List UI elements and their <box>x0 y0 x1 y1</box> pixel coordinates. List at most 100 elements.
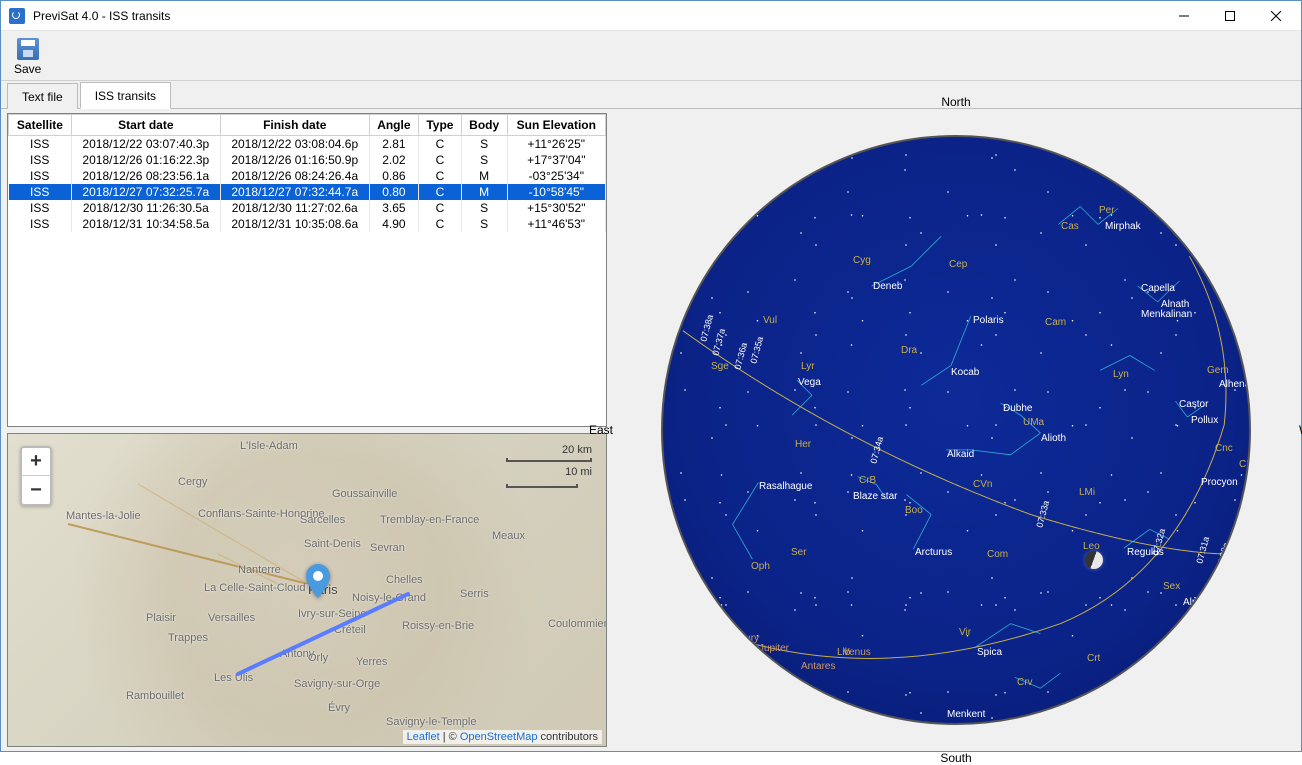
city-label: L'Isle-Adam <box>240 440 298 452</box>
table-cell: 2.02 <box>369 152 418 168</box>
city-label: Évry <box>328 702 350 714</box>
city-label: Goussainville <box>332 488 397 500</box>
content: SatelliteStart dateFinish dateAngleTypeB… <box>1 109 1301 751</box>
table-cell: M <box>461 168 507 184</box>
table-cell: +17°37'04" <box>507 152 605 168</box>
table-cell: S <box>461 200 507 216</box>
scale-km-label: 20 km <box>506 444 592 456</box>
table-cell: 2018/12/26 08:24:26.4a <box>220 168 369 184</box>
table-row[interactable]: ISS2018/12/30 11:26:30.5a2018/12/30 11:2… <box>9 200 606 216</box>
city-label: Savigny-sur-Orge <box>294 678 380 690</box>
tab-text-file[interactable]: Text file <box>7 83 78 109</box>
city-label: Meaux <box>492 530 525 542</box>
save-icon <box>17 38 39 60</box>
city-label: Noisy-le-Grand <box>352 592 426 604</box>
window-title: PreviSat 4.0 - ISS transits <box>33 9 1161 23</box>
sky-chart[interactable]: DenebVegaPolarisKocabDubheAliothAlkaidRa… <box>661 135 1251 725</box>
table-cell: -10°58'45" <box>507 184 605 200</box>
city-label: Chelles <box>386 574 423 586</box>
column-header[interactable]: Type <box>419 115 462 136</box>
table-cell: 0.86 <box>369 168 418 184</box>
map-scale: 20 km 10 mi <box>506 444 592 488</box>
app-window: PreviSat 4.0 - ISS transits Save Text fi… <box>0 0 1302 752</box>
app-icon <box>9 8 25 24</box>
table-cell: +15°30'52" <box>507 200 605 216</box>
column-header[interactable]: Start date <box>71 115 220 136</box>
city-label: Coulommiers <box>548 618 607 630</box>
tabs: Text file ISS transits <box>1 81 1301 109</box>
table-cell: 3.65 <box>369 200 418 216</box>
scale-bar-km <box>506 458 592 462</box>
table-cell: 2018/12/26 08:23:56.1a <box>71 168 220 184</box>
table-cell: ISS <box>9 184 72 200</box>
table-cell: S <box>461 216 507 232</box>
table-cell: 4.90 <box>369 216 418 232</box>
zoom-control: + − <box>20 446 52 506</box>
table-row[interactable]: ISS2018/12/27 07:32:25.7a2018/12/27 07:3… <box>9 184 606 200</box>
sky-panel: North South East West <box>617 113 1295 747</box>
table-cell: -03°25'34" <box>507 168 605 184</box>
minimize-button[interactable] <box>1161 1 1207 31</box>
zoom-in-button[interactable]: + <box>22 448 50 476</box>
north-label: North <box>941 95 970 109</box>
table-row[interactable]: ISS2018/12/26 01:16:22.3p2018/12/26 01:1… <box>9 152 606 168</box>
city-label: Sarcelles <box>300 514 345 526</box>
table-cell: C <box>419 200 462 216</box>
table-row[interactable]: ISS2018/12/26 08:23:56.1a2018/12/26 08:2… <box>9 168 606 184</box>
column-header[interactable]: Satellite <box>9 115 72 136</box>
table-cell: C <box>419 168 462 184</box>
zoom-out-button[interactable]: − <box>22 476 50 504</box>
maximize-button[interactable] <box>1207 1 1253 31</box>
table-cell: M <box>461 184 507 200</box>
tab-iss-transits[interactable]: ISS transits <box>80 82 171 109</box>
east-label: East <box>589 423 613 437</box>
save-label: Save <box>14 62 41 76</box>
city-label: Mantes-la-Jolie <box>66 510 141 522</box>
city-label: Savigny-le-Temple <box>386 716 476 728</box>
column-header[interactable]: Finish date <box>220 115 369 136</box>
table-cell: 2018/12/27 07:32:44.7a <box>220 184 369 200</box>
table-cell: 2018/12/31 10:35:08.6a <box>220 216 369 232</box>
city-label: Les Ulis <box>214 672 253 684</box>
table-cell: C <box>419 216 462 232</box>
city-label: Versailles <box>208 612 255 624</box>
scale-mi-label: 10 mi <box>506 466 592 478</box>
city-label: Nanterre <box>238 564 281 576</box>
table-cell: 0.80 <box>369 184 418 200</box>
save-button[interactable]: Save <box>7 35 48 79</box>
column-header[interactable]: Angle <box>369 115 418 136</box>
moon-icon <box>1085 551 1103 569</box>
leaflet-link[interactable]: Leaflet <box>407 731 440 743</box>
city-label: Cergy <box>178 476 207 488</box>
city-label: Serris <box>460 588 489 600</box>
table-cell: 2018/12/22 03:08:04.6p <box>220 136 369 153</box>
table-cell: S <box>461 136 507 153</box>
table-row[interactable]: ISS2018/12/31 10:34:58.5a2018/12/31 10:3… <box>9 216 606 232</box>
table-cell: C <box>419 152 462 168</box>
table-cell: ISS <box>9 216 72 232</box>
map-attribution: Leaflet | © OpenStreetMap contributors <box>403 730 602 744</box>
table-cell: S <box>461 152 507 168</box>
city-label: Orly <box>308 652 328 664</box>
column-header[interactable]: Sun Elevation <box>507 115 605 136</box>
map[interactable]: ParisL'Isle-AdamCergyConflans-Sainte-Hon… <box>7 433 607 747</box>
city-label: Ivry-sur-Seine <box>298 608 366 620</box>
titlebar: PreviSat 4.0 - ISS transits <box>1 1 1301 31</box>
table-cell: ISS <box>9 168 72 184</box>
table-cell: 2018/12/30 11:26:30.5a <box>71 200 220 216</box>
transits-table[interactable]: SatelliteStart dateFinish dateAngleTypeB… <box>7 113 607 427</box>
column-header[interactable]: Body <box>461 115 507 136</box>
osm-link[interactable]: OpenStreetMap <box>460 731 538 743</box>
close-button[interactable] <box>1253 1 1299 31</box>
map-marker[interactable] <box>306 564 330 598</box>
table-cell: 2018/12/26 01:16:22.3p <box>71 152 220 168</box>
toolbar: Save <box>1 31 1301 81</box>
scale-bar-mi <box>506 484 578 488</box>
ecliptic-line <box>663 137 1249 723</box>
city-label: Saint-Denis <box>304 538 361 550</box>
table-cell: 2018/12/27 07:32:25.7a <box>71 184 220 200</box>
city-label: Plaisir <box>146 612 176 624</box>
table-cell: ISS <box>9 152 72 168</box>
table-row[interactable]: ISS2018/12/22 03:07:40.3p2018/12/22 03:0… <box>9 136 606 153</box>
table-cell: 2018/12/30 11:27:02.6a <box>220 200 369 216</box>
